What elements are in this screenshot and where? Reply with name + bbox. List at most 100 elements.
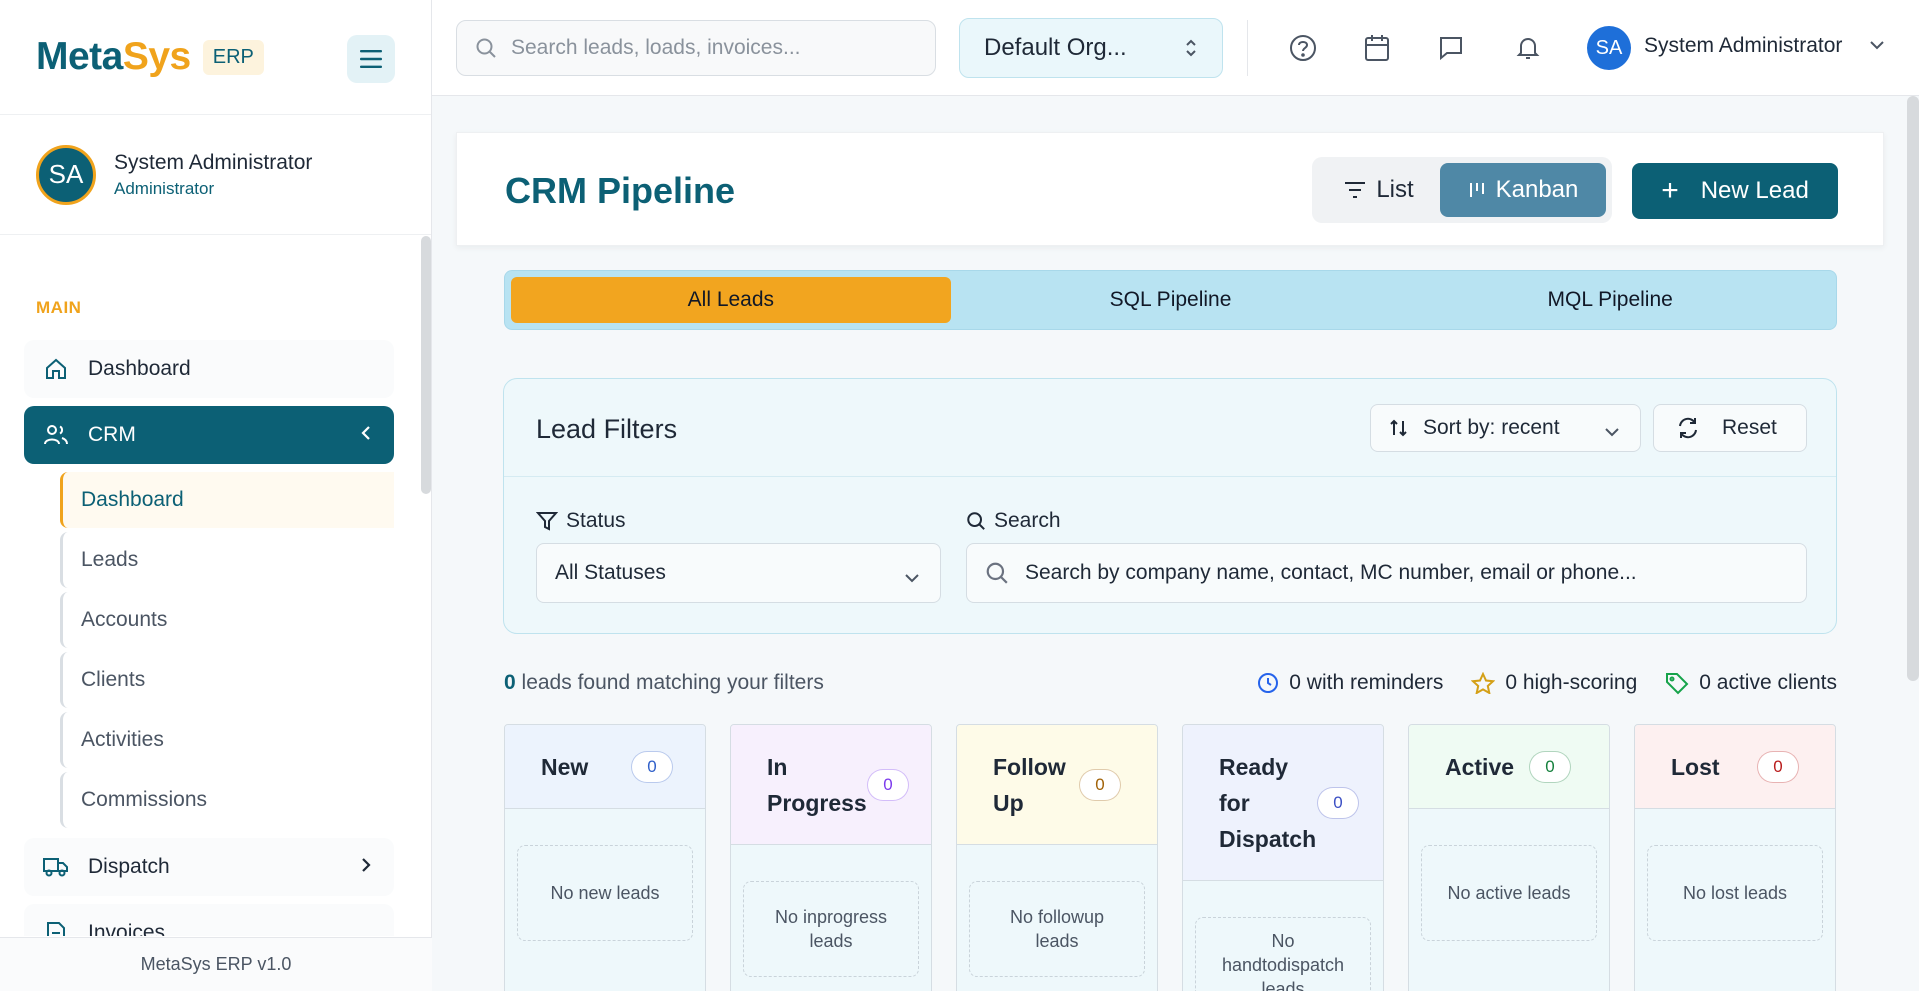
column-count-badge: 0: [1529, 750, 1571, 783]
column-header: Lost 0: [1635, 725, 1835, 809]
topbar-divider: [1247, 20, 1248, 76]
stat-active-clients-text: 0 active clients: [1699, 671, 1837, 694]
sidebar-item-dashboard[interactable]: Dashboard: [24, 340, 394, 398]
global-search[interactable]: [456, 20, 936, 76]
column-empty-state: No followup leads: [969, 881, 1145, 977]
kanban-view-button[interactable]: Kanban: [1440, 163, 1606, 217]
results-stats: 0 with reminders 0 high-scoring 0 active…: [1257, 671, 1837, 695]
column-empty-state: No inprogress leads: [743, 881, 919, 977]
org-selector-value: Default Org...: [984, 34, 1127, 61]
brand-logo[interactable]: MetaSys: [36, 35, 191, 79]
sidebar-item-label: Dispatch: [88, 855, 170, 878]
lead-search-field[interactable]: [966, 543, 1807, 603]
kanban-column-follow-up: Follow Up 0 No followup leads: [956, 724, 1158, 991]
sidebar-nav: MAIN Dashboard CRM Dashboard Leads Accou…: [0, 236, 418, 936]
stat-reminders: 0 with reminders: [1257, 671, 1443, 695]
search-icon: [476, 38, 496, 58]
results-text: leads found matching your filters: [521, 671, 824, 694]
sidebar-scrollbar[interactable]: [421, 236, 431, 494]
column-empty-state: No lost leads: [1647, 845, 1823, 941]
global-search-input[interactable]: [511, 36, 891, 60]
tab-all-leads[interactable]: All Leads: [511, 277, 951, 323]
sidebar-user-name: System Administrator: [114, 150, 313, 174]
column-count-badge: 0: [867, 768, 909, 801]
sidebar-toggle-button[interactable]: [347, 35, 395, 83]
org-selector[interactable]: Default Org...: [959, 18, 1223, 78]
column-title: In Progress: [767, 753, 867, 816]
chevron-down-icon: [904, 566, 920, 590]
tab-sql-pipeline[interactable]: SQL Pipeline: [951, 277, 1391, 323]
lead-filters-title: Lead Filters: [536, 414, 678, 444]
column-header: Active 0: [1409, 725, 1609, 809]
column-count-badge: 0: [1317, 786, 1359, 819]
lead-filters-header: Lead Filters Sort by: recent Reset: [504, 379, 1836, 477]
chevron-left-icon[interactable]: [360, 423, 372, 449]
column-empty-state: No new leads: [517, 845, 693, 941]
chevron-down-icon[interactable]: [1869, 38, 1885, 56]
sort-select-value: Sort by: recent: [1423, 416, 1560, 439]
kanban-column-ready-for-dispatch: Ready for Dispatch 0 No handtodispatch l…: [1182, 724, 1384, 991]
topbar-user-name[interactable]: System Administrator: [1644, 34, 1842, 58]
brand-name-part2: Sys: [122, 35, 191, 78]
column-header: New 0: [505, 725, 705, 809]
help-icon[interactable]: [1285, 30, 1321, 66]
users-icon: [42, 421, 70, 449]
crm-submenu: Dashboard Leads Accounts Clients Activit…: [60, 472, 394, 828]
sidebar-subitem-commissions[interactable]: Commissions: [60, 772, 394, 828]
sidebar-user-role: Administrator: [114, 178, 215, 198]
status-filter-label: Status: [536, 509, 626, 533]
list-view-button[interactable]: List: [1318, 163, 1440, 217]
home-icon: [42, 355, 70, 383]
kanban-column-new: New 0 No new leads: [504, 724, 706, 991]
lead-search-input[interactable]: [1025, 561, 1785, 585]
sidebar-subitem-dashboard[interactable]: Dashboard: [60, 472, 394, 528]
sidebar-subitem-leads[interactable]: Leads: [60, 532, 394, 588]
column-empty-state: No active leads: [1421, 845, 1597, 941]
topbar: Default Org... SA System Administrator: [432, 0, 1919, 96]
search-icon: [986, 562, 1008, 584]
kanban-board: New 0 No new leads In Progress 0 No inpr…: [504, 724, 1837, 991]
sidebar-subitem-accounts[interactable]: Accounts: [60, 592, 394, 648]
page-scrollbar[interactable]: [1907, 96, 1919, 681]
sidebar-item-label: Dashboard: [88, 357, 191, 380]
funnel-icon: [536, 510, 558, 532]
sidebar-subitem-activities[interactable]: Activities: [60, 712, 394, 768]
column-title: Follow Up: [993, 753, 1066, 816]
status-select-value: All Statuses: [555, 561, 666, 584]
bell-icon[interactable]: [1510, 30, 1546, 66]
brand-name-part1: Meta: [36, 35, 123, 78]
column-count-badge: 0: [1079, 768, 1121, 801]
kanban-column-active: Active 0 No active leads: [1408, 724, 1610, 991]
sort-arrows-icon: [1390, 419, 1407, 437]
column-header: Ready for Dispatch 0: [1183, 725, 1383, 881]
new-lead-button[interactable]: + New Lead: [1632, 163, 1838, 219]
plus-icon: +: [1661, 174, 1679, 207]
page-header-card: CRM Pipeline List Kanban + New Lead: [456, 132, 1884, 246]
sidebar-user-card[interactable]: SA System Administrator Administrator: [0, 115, 431, 235]
sidebar-item-invoices[interactable]: Invoices: [24, 904, 394, 936]
calendar-icon[interactable]: [1359, 30, 1395, 66]
status-select[interactable]: All Statuses: [536, 543, 941, 603]
sort-select[interactable]: Sort by: recent: [1370, 404, 1641, 452]
avatar[interactable]: SA: [1587, 26, 1631, 70]
sidebar-item-dispatch[interactable]: Dispatch: [24, 838, 394, 896]
column-header: Follow Up 0: [957, 725, 1157, 845]
column-title: New: [541, 753, 589, 780]
sidebar-subitem-clients[interactable]: Clients: [60, 652, 394, 708]
brand-header: MetaSys ERP: [0, 0, 431, 115]
stat-high-scoring-text: 0 high-scoring: [1505, 671, 1638, 694]
tab-mql-pipeline[interactable]: MQL Pipeline: [1390, 277, 1830, 323]
chevron-down-icon: [1604, 420, 1620, 444]
status-label-text: Status: [566, 509, 626, 532]
sidebar-item-label: CRM: [88, 423, 136, 446]
message-icon[interactable]: [1433, 30, 1469, 66]
sidebar-item-label: Invoices: [88, 921, 166, 936]
sidebar-item-crm[interactable]: CRM: [24, 406, 394, 464]
kanban-column-in-progress: In Progress 0 No inprogress leads: [730, 724, 932, 991]
kanban-icon: [1468, 181, 1486, 199]
column-title: Lost: [1671, 753, 1720, 780]
reset-button[interactable]: Reset: [1653, 404, 1807, 452]
sidebar-footer-version: MetaSys ERP v1.0: [0, 937, 432, 991]
chevron-right-icon[interactable]: [360, 855, 372, 881]
view-toggle: List Kanban: [1312, 157, 1612, 223]
